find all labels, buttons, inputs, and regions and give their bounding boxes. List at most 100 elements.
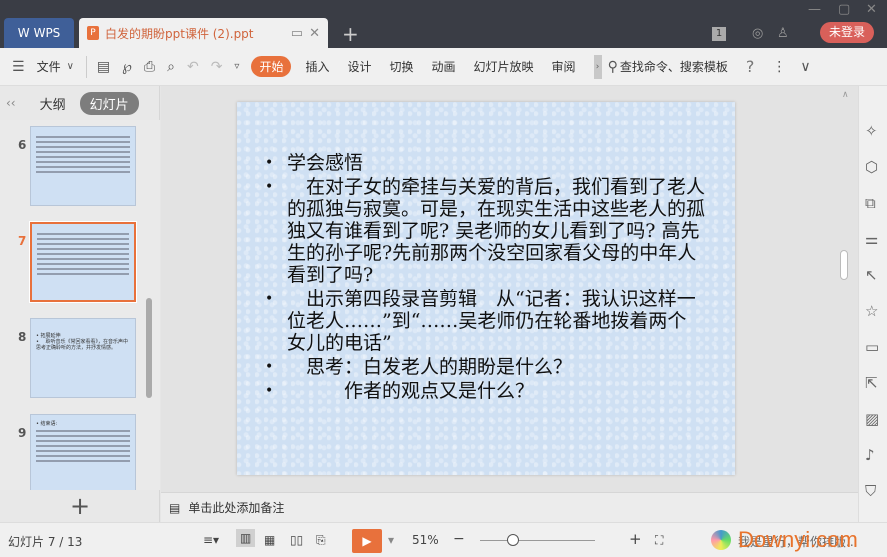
archive-icon[interactable]: ▭ (865, 338, 879, 356)
bullet: • 在对子女的牵挂与关爱的背后，我们看到了老人的孤独与寂寞。可是，在现实生活中这… (265, 176, 706, 286)
audio-icon[interactable]: ♪ (865, 446, 875, 464)
tab-animation[interactable]: 动画 (432, 58, 456, 75)
search-icon: ⚲ (607, 58, 618, 75)
zoom-slider-knob[interactable] (507, 534, 519, 546)
slide[interactable]: • 学会感悟 • 在对子女的牵挂与关爱的背后，我们看到了老人的孤独与寂寞。可是，在… (237, 102, 735, 475)
slide-thumbnail-6[interactable] (30, 126, 136, 206)
slide-thumbnail-9[interactable]: • 结束语: (30, 414, 136, 490)
minimize-icon[interactable]: — (808, 2, 821, 17)
chevron-down-icon[interactable]: ∨ (67, 61, 74, 72)
bullet-text: 思考：白发老人的期盼是什么？ (287, 356, 573, 378)
help-button[interactable]: ? (746, 57, 755, 76)
panel-header: ‹‹ 大纲 幻灯片 (0, 86, 160, 120)
close-tab-icon[interactable]: ✕ (309, 26, 320, 41)
quick-access-dropdown-icon[interactable]: ▿ (234, 61, 239, 72)
right-sidebar: ✧ ⬡ ⧉ ⚌ ↖ ☆ ▭ ⇱ ▨ ♪ ⛉ (858, 86, 887, 522)
notes-icon: ▤ (169, 500, 181, 515)
presenter-icon[interactable]: ⎘ (316, 533, 326, 548)
wps-home-tab[interactable]: W WPS (4, 18, 74, 48)
magic-icon[interactable]: ✧ (865, 122, 878, 140)
settings-sliders-icon[interactable]: ⚌ (865, 230, 878, 248)
bullet: • 出示第四段录音剪辑 从“记者：我认识这样一位老人……”到“……吴老师仍在轮番… (265, 288, 705, 354)
shirt-icon[interactable]: ♙ (777, 26, 789, 41)
print-preview-icon[interactable]: ⌕ (167, 59, 175, 75)
play-slideshow-button[interactable]: ▶ (352, 529, 382, 553)
save-icon[interactable]: ▤ (97, 59, 110, 75)
thumbnail-number: 7 (18, 234, 27, 248)
maximize-icon[interactable]: ▢ (838, 2, 850, 17)
zoom-out-button[interactable]: − (453, 531, 465, 547)
tab-insert[interactable]: 插入 (305, 58, 329, 75)
tab-outline[interactable]: 大纲 (40, 94, 66, 113)
window-count-badge[interactable]: 1 (712, 27, 726, 41)
thumbnail-number: 8 (18, 330, 27, 344)
new-tab-button[interactable]: + (342, 22, 359, 46)
undo-icon[interactable]: ↶ (187, 59, 199, 75)
bullet-text: 学会感悟 (287, 152, 364, 174)
more-tabs-button[interactable]: › (593, 54, 602, 79)
print-icon[interactable]: ⎙ (144, 59, 155, 75)
skin-icon[interactable]: ◎ (752, 26, 763, 41)
notes-bar[interactable]: ▤ 单击此处添加备注 (161, 492, 858, 522)
format-painter-icon[interactable]: ℘ (122, 59, 132, 75)
star-icon[interactable]: ☆ (865, 302, 878, 320)
login-button[interactable]: 未登录 (820, 22, 874, 43)
share-icon[interactable]: ⇱ (865, 374, 878, 392)
menu-icon[interactable]: ☰ (12, 59, 25, 75)
bullet: • 思考：白发老人的期盼是什么？ (265, 356, 573, 378)
canvas-scrollbar[interactable] (840, 250, 848, 280)
add-slide-button[interactable]: + (0, 490, 160, 522)
redo-icon[interactable]: ↷ (211, 59, 223, 75)
play-dropdown-icon[interactable]: ▾ (388, 533, 394, 547)
tab-start[interactable]: 开始 (251, 56, 292, 77)
slide-counter: 幻灯片 7 / 13 (8, 535, 83, 549)
design-icon[interactable]: ⬡ (865, 158, 878, 176)
tab-transition[interactable]: 切换 (390, 58, 414, 75)
thumbnail-text: • 聆听音乐《常回家看看》，在音乐声中思考正确聆听的方法，并抒发情感。 (36, 339, 129, 351)
fit-window-icon[interactable]: ⛶ (655, 533, 663, 548)
bullet-text: 在对子女的牵挂与关爱的背后，我们看到了老人的孤独与寂寞。可是，在现实生活中这些老… (287, 176, 706, 286)
image-icon[interactable]: ▨ (865, 410, 879, 428)
ppt-file-icon: P (87, 26, 99, 40)
notes-toggle-icon[interactable]: ≡▾ (203, 533, 219, 547)
thumbnail-list: 6 7 8 • 拓展延伸 • 聆听音乐《常回家看看》，在音乐声中思考正确聆听的方法… (0, 120, 160, 490)
bullet: • 学会感悟 (265, 152, 364, 174)
tab-review[interactable]: 审阅 (552, 58, 576, 75)
wps-logo-icon: W (17, 26, 30, 40)
normal-view-icon[interactable]: ▥ (236, 529, 256, 547)
slide-thumbnail-8[interactable]: • 拓展延伸 • 聆听音乐《常回家看看》，在音乐声中思考正确聆听的方法，并抒发情感… (30, 318, 136, 398)
file-menu[interactable]: 文件 (37, 58, 61, 75)
thumbnail-scrollbar[interactable] (146, 298, 152, 398)
collapse-ribbon-icon[interactable]: ∨ (800, 59, 810, 75)
thumbnail-number: 9 (18, 426, 27, 440)
tab-slideshow[interactable]: 幻灯片放映 (474, 58, 534, 75)
slide-thumbnail-7[interactable] (29, 221, 137, 303)
status-bar: 幻灯片 7 / 13 ≡▾ ▥ ▦ ▯▯ ⎘ ▶ ▾ 51% − + ⛶ 我是星… (0, 522, 887, 557)
command-search[interactable]: 查找命令、搜索模板 (620, 58, 728, 75)
thumbnail-number: 6 (18, 138, 27, 152)
shield-icon[interactable]: ⛉ (865, 482, 876, 500)
slides-icon[interactable]: ⧉ (865, 194, 876, 212)
collapse-panel-icon[interactable]: ‹‹ (6, 96, 16, 110)
pin-icon[interactable]: ▭ (291, 26, 303, 41)
sorter-view-icon[interactable]: ▦ (264, 533, 275, 547)
tab-design[interactable]: 设计 (347, 58, 371, 75)
zoom-slider[interactable] (480, 540, 595, 541)
select-icon[interactable]: ↖ (865, 266, 878, 284)
zoom-in-button[interactable]: + (629, 530, 642, 548)
tab-slides[interactable]: 幻灯片 (79, 91, 139, 115)
slide-panel: ‹‹ 大纲 幻灯片 6 7 8 • 拓展延伸 • 聆听音乐《常回家看看》，在音乐声… (0, 86, 160, 522)
reading-view-icon[interactable]: ▯▯ (290, 533, 303, 547)
bullet-text: 出示第四段录音剪辑 从“记者：我认识这样一位老人……”到“……吴老师仍在轮番地拨… (287, 288, 696, 354)
document-tab[interactable]: P 白发的期盼ppt课件 (2).ppt ▭ ✕ (79, 18, 328, 48)
thumbnail-text: • 结束语: (36, 421, 58, 427)
scroll-up-icon[interactable]: ∧ (842, 90, 849, 100)
toolbar: ☰ 文件 ∨ ▤ ℘ ⎙ ⌕ ↶ ↷ ▿ 开始 插入 设计 切换 动画 幻灯片放… (0, 48, 887, 86)
document-tab-title: 白发的期盼ppt课件 (2).ppt (105, 26, 254, 41)
close-window-icon[interactable]: ✕ (866, 2, 877, 17)
more-options-icon[interactable]: ⋮ (772, 59, 786, 75)
zoom-level[interactable]: 51% (412, 533, 439, 547)
notes-placeholder: 单击此处添加备注 (188, 501, 285, 515)
watermark: Downyi.com (738, 527, 858, 552)
assistant-icon[interactable] (711, 530, 731, 550)
